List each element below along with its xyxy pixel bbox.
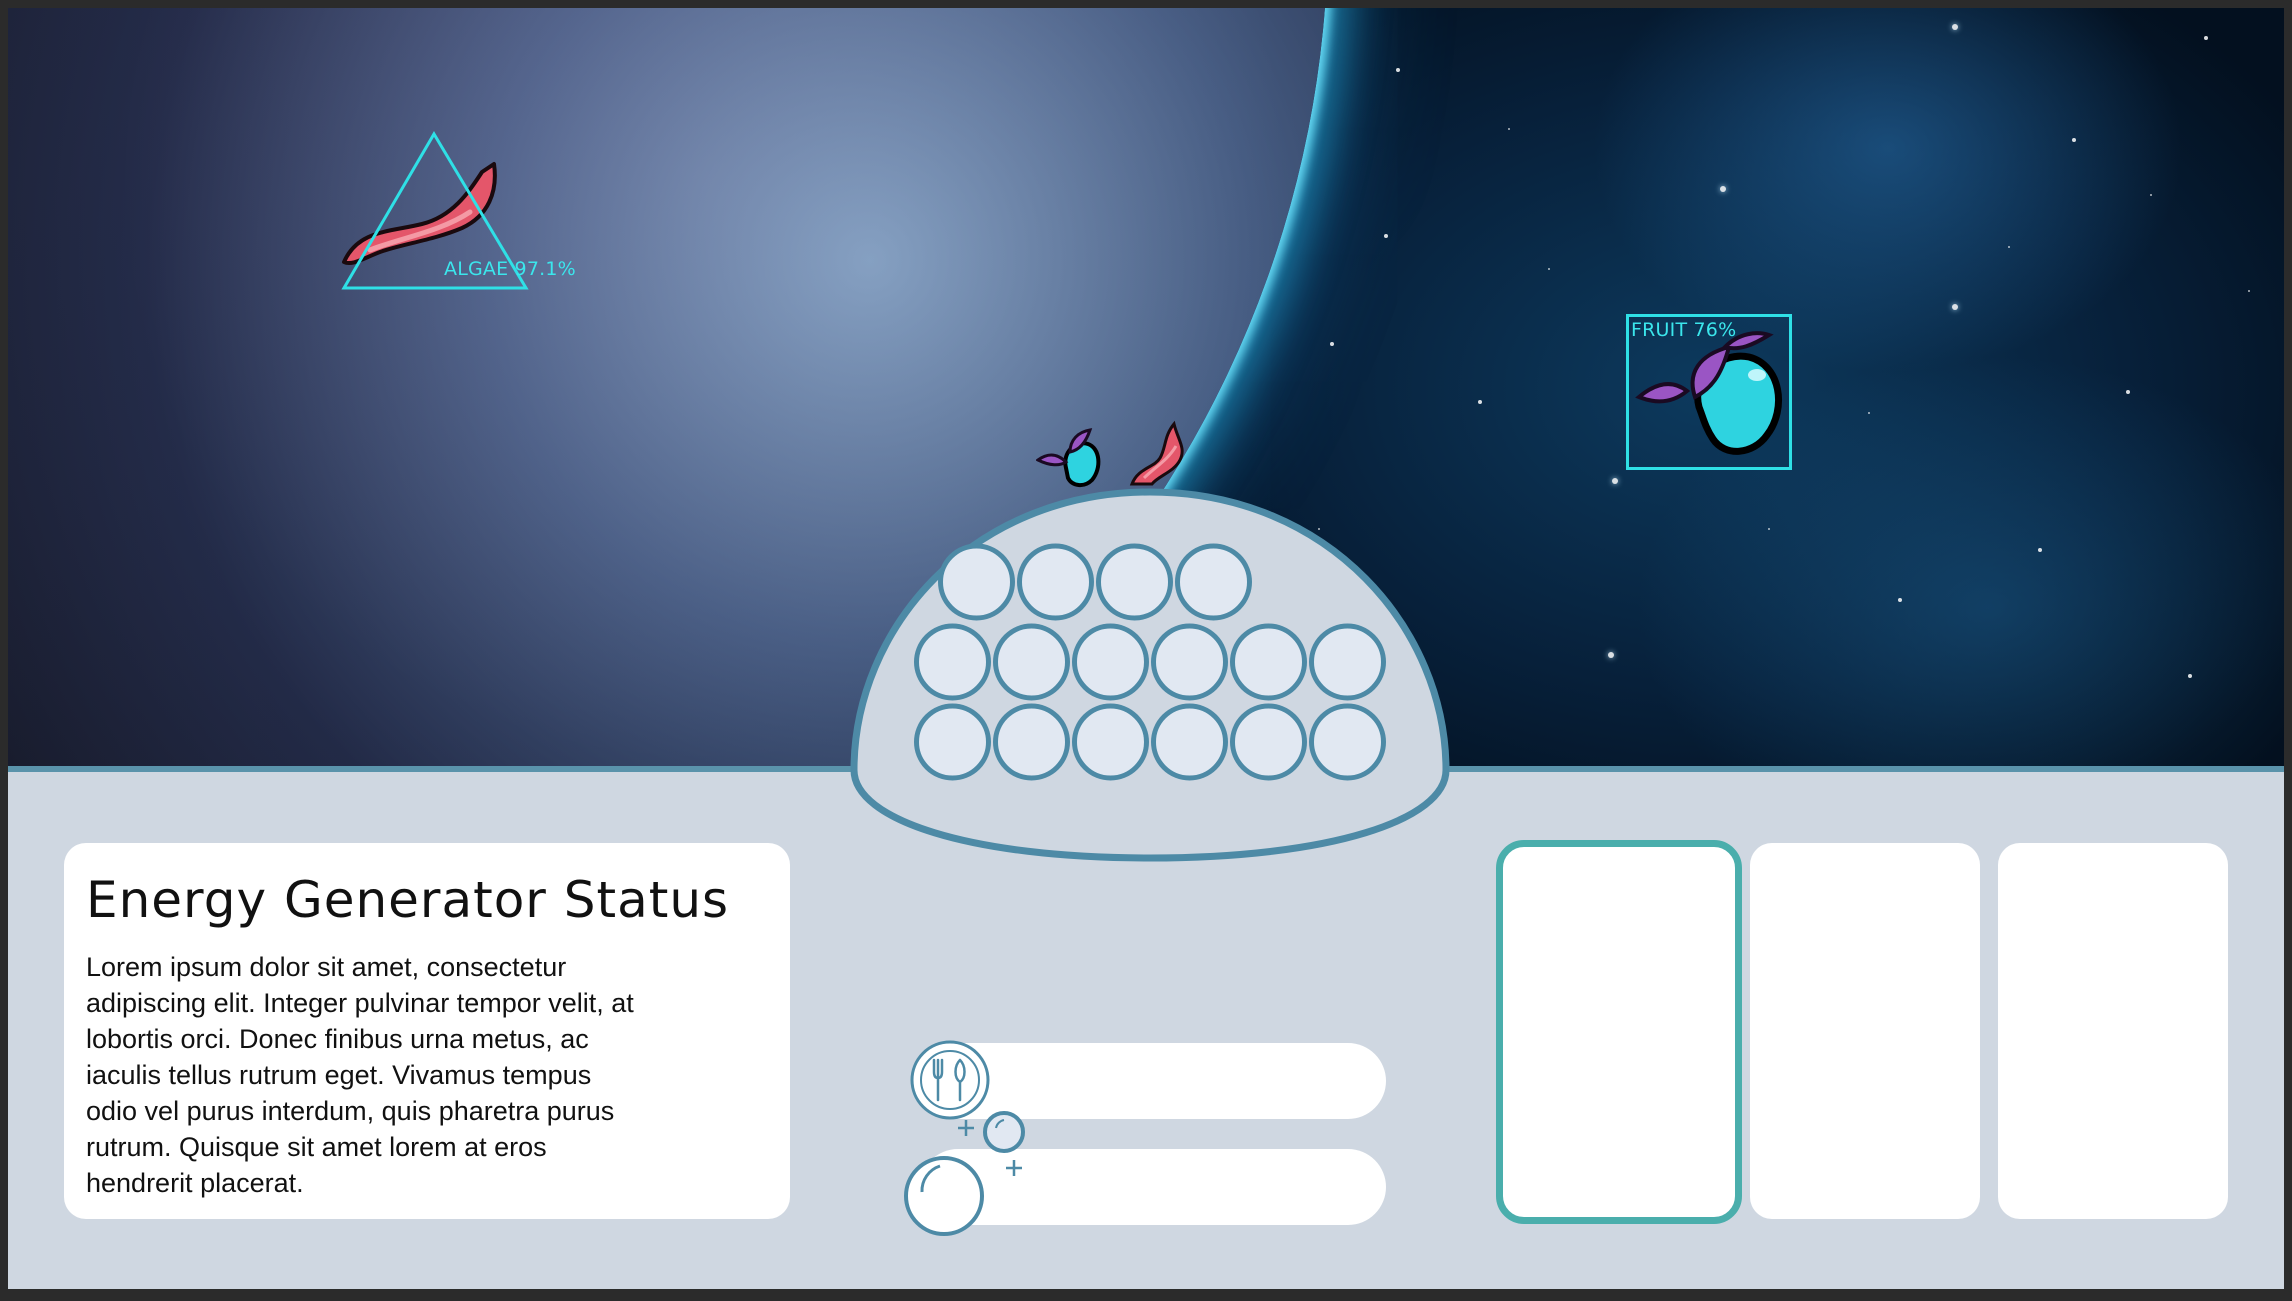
algae-detection-label: ALGAE 97.1% bbox=[444, 258, 576, 280]
star bbox=[1330, 342, 1334, 346]
star bbox=[2008, 246, 2010, 248]
status-card: Energy Generator Status Lorem ipsum dolo… bbox=[64, 843, 790, 1219]
generator-pod[interactable] bbox=[1230, 703, 1307, 781]
status-description: Lorem ipsum dolor sit amet, consectetur … bbox=[86, 952, 634, 1198]
fruit-sprite bbox=[1635, 331, 1783, 455]
generator-pod[interactable] bbox=[938, 543, 1015, 621]
generator-pod[interactable] bbox=[1151, 703, 1228, 781]
generator-pod[interactable] bbox=[1309, 703, 1386, 781]
generator-pod[interactable] bbox=[993, 623, 1070, 701]
inventory-slot[interactable] bbox=[1998, 843, 2228, 1219]
star bbox=[2188, 674, 2192, 678]
dome-algae-icon bbox=[1129, 420, 1184, 486]
star bbox=[1508, 128, 1510, 130]
generator-pod[interactable] bbox=[914, 623, 991, 701]
star bbox=[2204, 36, 2208, 40]
star bbox=[1396, 68, 1400, 72]
star bbox=[2150, 194, 2152, 196]
generator-pod[interactable] bbox=[1072, 623, 1149, 701]
inventory-slot-selected[interactable] bbox=[1496, 840, 1742, 1224]
star bbox=[1548, 268, 1550, 270]
star bbox=[1952, 24, 1958, 30]
generator-pod[interactable] bbox=[1230, 623, 1307, 701]
star bbox=[2126, 390, 2130, 394]
generator-pod[interactable] bbox=[914, 703, 991, 781]
star bbox=[1768, 528, 1770, 530]
star bbox=[1608, 652, 1614, 658]
star bbox=[1384, 234, 1388, 238]
inventory-slot[interactable] bbox=[1750, 843, 1980, 1219]
star bbox=[1952, 304, 1958, 310]
star bbox=[1898, 598, 1902, 602]
status-title: Energy Generator Status bbox=[86, 871, 730, 929]
generator-pod[interactable] bbox=[1017, 543, 1094, 621]
star bbox=[1612, 478, 1618, 484]
bubbles-icon bbox=[904, 1111, 1025, 1236]
generator-pod[interactable] bbox=[1151, 623, 1228, 701]
star bbox=[1720, 186, 1726, 192]
generator-pod[interactable] bbox=[1175, 543, 1252, 621]
generator-pod[interactable] bbox=[1096, 543, 1173, 621]
star bbox=[2072, 138, 2076, 142]
star bbox=[2248, 290, 2250, 292]
game-viewport: ALGAE 97.1% FRUIT 76% Energy Generator S… bbox=[8, 8, 2284, 1289]
star bbox=[2038, 548, 2042, 552]
generator-pod[interactable] bbox=[1309, 623, 1386, 701]
star bbox=[1478, 400, 1482, 404]
generator-pod[interactable] bbox=[993, 703, 1070, 781]
star bbox=[1868, 412, 1870, 414]
generator-dome bbox=[850, 480, 1450, 866]
generator-pod[interactable] bbox=[1072, 703, 1149, 781]
fruit-detection-box[interactable]: FRUIT 76% bbox=[1626, 314, 1792, 470]
